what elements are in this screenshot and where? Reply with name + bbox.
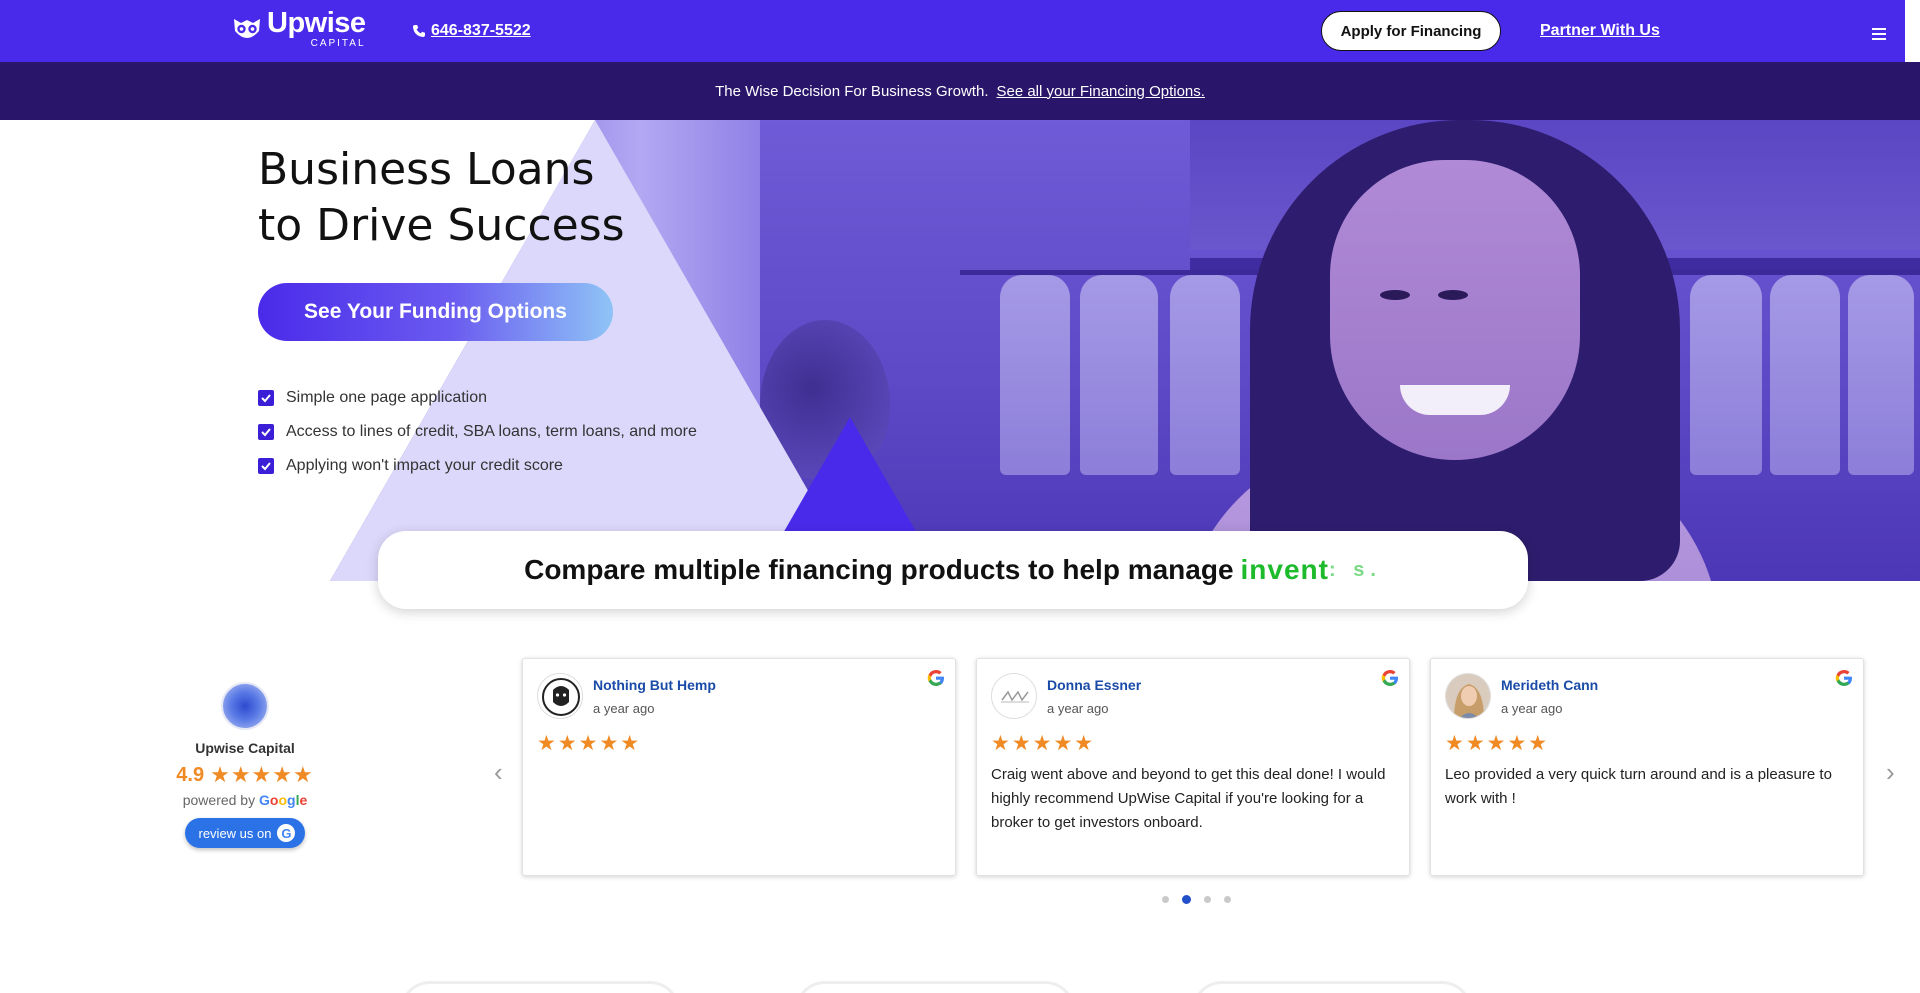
benefit-item: Access to lines of credit, SBA loans, te… — [258, 415, 697, 449]
carousel-dots — [1162, 895, 1244, 904]
announcement-text: The Wise Decision For Business Growth. — [715, 82, 989, 100]
review-card: Nothing But Hemp a year ago ★★★★★ — [522, 658, 956, 876]
carousel-dot[interactable] — [1204, 896, 1211, 903]
business-name: Upwise Capital — [195, 740, 295, 756]
phone-link[interactable]: 646-837-5522 — [412, 22, 531, 40]
google-icon — [1835, 670, 1852, 686]
star-rating-icon: ★★★★★ — [537, 732, 642, 755]
powered-by-google: powered by Google — [182, 792, 308, 808]
apply-for-financing-button[interactable]: Apply for Financing — [1321, 11, 1501, 51]
review-card: Merideth Cann a year ago ★★★★★ Leo provi… — [1430, 658, 1864, 876]
benefits-list: Simple one page application Access to li… — [258, 381, 697, 483]
carousel-dot[interactable] — [1162, 896, 1169, 903]
review-date: a year ago — [1047, 701, 1109, 716]
financing-options-link[interactable]: See all your Financing Options. — [996, 83, 1204, 100]
reviewer-avatar — [1445, 673, 1491, 719]
carousel-prev-button[interactable]: ‹ — [494, 757, 503, 788]
badge-rating: 4.9 ★★★★★ — [160, 762, 330, 788]
see-funding-options-button[interactable]: See Your Funding Options — [258, 283, 613, 341]
phone-number: 646-837-5522 — [431, 22, 531, 39]
top-navigation: Upwise CAPITAL 646-837-5522 Apply for Fi… — [0, 0, 1920, 62]
review-date: a year ago — [1501, 701, 1563, 716]
review-text: Leo provided a very quick turn around an… — [1445, 766, 1832, 807]
phone-icon — [413, 25, 425, 37]
scroll-edge — [1905, 0, 1920, 62]
rotating-word: invent — [1240, 554, 1329, 585]
google-wordmark: Google — [259, 792, 308, 808]
compare-banner: Compare multiple financing products to h… — [378, 531, 1528, 609]
review-card: Donna Essner a year ago ★★★★★ Craig went… — [976, 658, 1410, 876]
reviewer-name[interactable]: Nothing But Hemp — [593, 677, 716, 693]
reviewer-name[interactable]: Donna Essner — [1047, 677, 1141, 693]
business-avatar — [221, 682, 269, 730]
checkbox-icon — [258, 390, 274, 406]
logo-name: Upwise — [267, 7, 366, 39]
review-us-button[interactable]: review us on G — [184, 818, 306, 848]
google-icon: G — [277, 824, 296, 842]
benefit-item: Simple one page application — [258, 381, 697, 415]
carousel-dot-active[interactable] — [1182, 895, 1191, 904]
review-text: Craig went above and beyond to get this … — [991, 766, 1386, 831]
reviewer-name[interactable]: Merideth Cann — [1501, 677, 1598, 693]
partner-with-us-link[interactable]: Partner With Us — [1540, 22, 1660, 40]
rating-score: 4.9 — [176, 763, 205, 786]
logo[interactable]: Upwise CAPITAL — [231, 9, 366, 49]
checkbox-icon — [258, 458, 274, 474]
logo-subtitle: CAPITAL — [310, 38, 366, 49]
checkbox-icon — [258, 424, 274, 440]
product-card — [1192, 981, 1472, 993]
star-rating-icon: ★★★★★ — [210, 762, 314, 787]
review-date: a year ago — [593, 701, 655, 716]
reviewer-avatar — [991, 673, 1037, 719]
owl-logo-icon — [231, 15, 263, 43]
star-rating-icon: ★★★★★ — [991, 732, 1096, 755]
product-card — [795, 981, 1075, 993]
compare-text: Compare multiple financing products to h… — [524, 554, 1234, 585]
carousel-next-button[interactable]: › — [1886, 757, 1895, 788]
google-reviews-badge: Upwise Capital 4.9 ★★★★★ powered by Goog… — [160, 682, 330, 848]
hero-title: Business Loans to Drive Success — [258, 144, 625, 251]
announcement-bar: The Wise Decision For Business Growth. S… — [0, 62, 1920, 120]
google-icon — [927, 670, 944, 686]
benefit-item: Applying won't impact your credit score — [258, 449, 697, 483]
hamburger-icon[interactable] — [1872, 28, 1886, 40]
product-card — [400, 981, 680, 993]
rotating-word-tail: : s. — [1328, 558, 1382, 581]
carousel-dot[interactable] — [1224, 896, 1231, 903]
star-rating-icon: ★★★★★ — [1445, 732, 1550, 755]
reviewer-avatar — [537, 673, 583, 719]
google-icon — [1381, 670, 1398, 686]
